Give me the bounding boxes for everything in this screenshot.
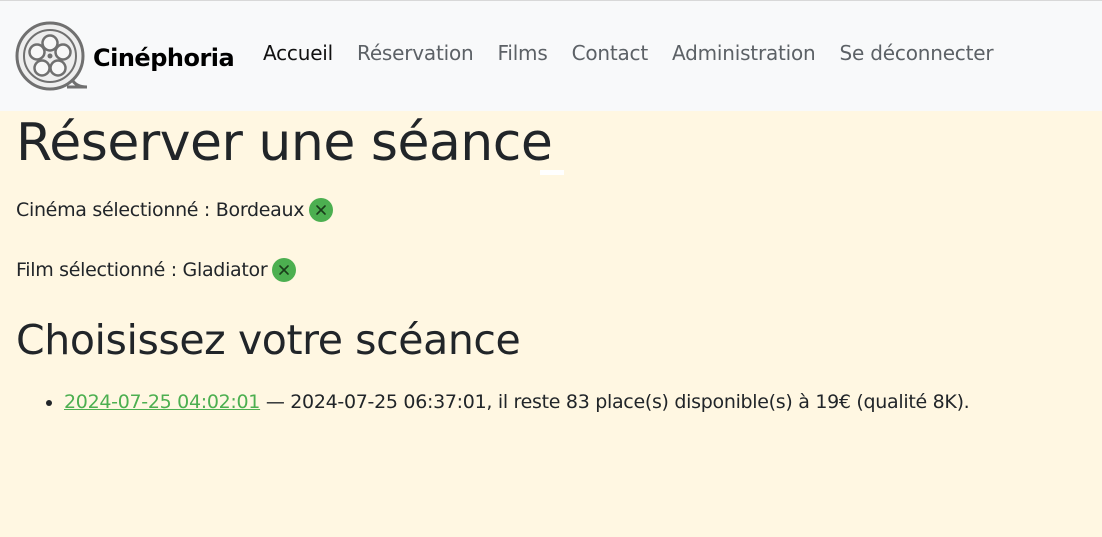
nav-item-logout: Se déconnecter xyxy=(840,41,994,65)
nav-link-administration[interactable]: Administration xyxy=(672,41,816,65)
selected-film-label: Film sélectionné : Gladiator xyxy=(16,259,268,281)
clear-film-button[interactable] xyxy=(272,258,297,282)
session-start-link[interactable]: 2024-07-25 04:02:01 xyxy=(64,391,260,413)
page-title: Réserver une séance xyxy=(16,113,553,173)
brand-name: Cinéphoria xyxy=(93,44,235,72)
main-nav: Accueil Réservation Films Contact Admini… xyxy=(263,41,1017,65)
selected-film: Film sélectionné : Gladiator xyxy=(16,258,297,282)
nav-link-contact[interactable]: Contact xyxy=(572,41,649,65)
nav-item-accueil: Accueil xyxy=(263,41,333,65)
film-reel-icon xyxy=(15,21,88,91)
clear-cinema-button[interactable] xyxy=(309,198,334,222)
close-circle-icon xyxy=(279,265,290,275)
close-circle-icon xyxy=(316,205,327,215)
nav-link-accueil[interactable]: Accueil xyxy=(263,41,333,65)
selected-cinema: Cinéma sélectionné : Bordeaux xyxy=(16,198,334,222)
session-item: 2024-07-25 04:02:01 — 2024-07-25 06:37:0… xyxy=(64,388,970,416)
nav-link-films[interactable]: Films xyxy=(497,41,547,65)
nav-item-contact: Contact xyxy=(572,41,649,65)
section-title: Choisissez votre scéance xyxy=(16,316,521,364)
session-details: — 2024-07-25 06:37:01, il reste 83 place… xyxy=(260,391,970,413)
selected-cinema-label: Cinéma sélectionné : Bordeaux xyxy=(16,199,305,221)
sessions-list: 2024-07-25 04:02:01 — 2024-07-25 06:37:0… xyxy=(16,388,970,416)
nav-item-reservation: Réservation xyxy=(357,41,474,65)
nav-link-logout[interactable]: Se déconnecter xyxy=(840,41,994,65)
navbar: Cinéphoria Accueil Réservation Films Con… xyxy=(0,0,1102,111)
nav-item-administration: Administration xyxy=(672,41,816,65)
title-underscore-decoration xyxy=(540,170,564,175)
nav-link-reservation[interactable]: Réservation xyxy=(357,41,474,65)
brand-link[interactable]: Cinéphoria xyxy=(15,21,235,95)
nav-item-films: Films xyxy=(497,41,547,65)
